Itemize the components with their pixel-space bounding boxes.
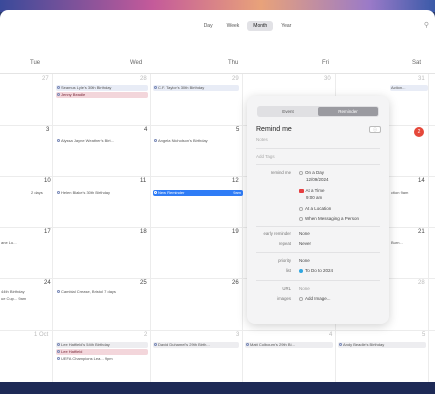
calendar-event[interactable]: 2 days [30,190,50,196]
list-label: list [285,268,291,273]
day-number[interactable]: 3 [236,332,239,338]
checkbox-icon [299,216,303,221]
calendar-event[interactable]: Action... [390,85,428,91]
view-month-button[interactable]: Month [247,21,274,31]
weekday-sat: Sat [412,60,422,66]
day-number[interactable]: 21 [418,229,425,235]
calendar-event[interactable]: Burn... [390,240,428,246]
add-icon [299,296,303,301]
view-switcher: Day Week Month Year [198,21,298,31]
weekday-fri: Fri [322,60,329,66]
day-number[interactable]: 3 [46,127,49,133]
day-number[interactable]: 4 [144,127,147,133]
calendar-event[interactable]: Lee Hatfield's 54th Birthday [56,342,148,348]
day-number[interactable]: 4 [329,332,332,338]
search-icon[interactable]: ⚲ [424,21,429,29]
list-color-icon [299,268,303,273]
day-number[interactable]: 27 [42,76,49,82]
calendar-event[interactable]: Matt Colbourn's 29th Bi... [245,342,333,348]
tags-field[interactable]: Add Tags [256,154,275,159]
weekday-header: Tue Wed Thu Fri Sat [0,56,435,74]
repeat-label: repeat [278,241,291,246]
url-label: URL [282,286,291,291]
calendar-event[interactable]: Lee Hatfield [56,349,148,355]
day-number[interactable]: 25 [140,280,147,286]
view-week-button[interactable]: Week [221,21,246,31]
early-reminder-select[interactable]: None [299,231,310,236]
day-number[interactable]: 10 [44,178,51,184]
day-number[interactable]: 28 [140,76,147,82]
calendar-event[interactable]: Andy Beadle's Birthday [338,342,426,348]
list-select[interactable]: To Do to 2024 [299,268,333,273]
images-label: images [277,296,291,301]
checkbox-icon [299,206,303,211]
day-number[interactable]: 1 Oct [34,332,48,338]
calendar-event[interactable]: Alyssa Jayne Weather's Birt... [56,138,148,144]
notes-field[interactable]: Notes [256,137,268,142]
weekday-thu: Thu [228,60,239,66]
day-number[interactable]: 28 [418,280,425,286]
tab-event[interactable]: Event [258,107,318,116]
reminder-time[interactable]: 9:00 am [306,195,322,200]
calendar-event[interactable]: David Duhamel's 29th Birth... [153,342,239,348]
info-icon[interactable]: ⓘ [369,126,381,133]
url-field[interactable]: None [299,286,310,291]
calendar-event[interactable]: UEFA Champions Lea... 9pm [56,356,148,362]
toolbar: Day Week Month Year ⚲ [0,10,435,42]
desktop-bottom [0,382,435,394]
view-day-button[interactable]: Day [198,21,219,31]
day-number[interactable]: 29 [232,76,239,82]
day-number[interactable]: 30 [324,76,331,82]
priority-label: priority [278,258,291,263]
when-messaging-option[interactable]: When Messaging a Person [299,216,359,221]
calendar-event[interactable]: Helen Blake's 30th Birthday [56,190,148,196]
calendar-event[interactable]: Cambial Crease, Bristol 7 days [56,289,148,295]
calendar-event[interactable]: ane Lu... [0,240,50,246]
remind-me-label: remind me [270,170,291,175]
day-number[interactable]: 18 [140,229,147,235]
early-reminder-label: early reminder [263,231,291,236]
on-a-day-option[interactable]: On a Day [299,170,324,175]
checkbox-checked-icon [299,188,304,194]
notification-badge: 2 [414,127,424,137]
day-number[interactable]: 17 [44,229,51,235]
day-number[interactable]: 5 [422,332,425,338]
calendar-event[interactable]: Seamus Lyle's 30th Birthday [56,85,148,91]
day-number[interactable]: 14 [418,178,425,184]
day-number[interactable]: 12 [232,178,239,184]
tab-reminder[interactable]: Reminder [318,107,378,116]
checkbox-icon [299,170,303,175]
calendar-event[interactable]: ction 9am [390,190,428,196]
new-reminder-event[interactable]: New Reminder 9am [153,190,243,196]
day-number[interactable]: 26 [232,280,239,286]
at-a-location-option[interactable]: At a Location [299,206,331,211]
at-a-time-option[interactable]: At a Time [299,188,325,194]
calendar-event[interactable]: Jenny Beadle [56,92,148,98]
calendar-event[interactable]: 44th Birthday [0,289,50,295]
repeat-select[interactable]: Never [299,241,311,246]
event-reminder-switch: Event Reminder [257,106,379,117]
reminder-title-field[interactable]: Remind me [256,126,292,133]
weekday-wed: Wed [130,60,143,66]
priority-select[interactable]: None [299,258,310,263]
view-year-button[interactable]: Year [275,21,297,31]
day-number[interactable]: 31 [418,76,425,82]
weekday-tue: Tue [30,60,41,66]
calendar-event[interactable]: C.F. Taylor's 30th Birthday [153,85,239,91]
day-number[interactable]: 11 [140,178,146,184]
add-image-button[interactable]: Add Image... [299,296,331,301]
reminder-popover: Event Reminder Remind me ⓘ Notes Add Tag… [247,96,389,324]
calendar-event[interactable]: Angela Nicholson's Birthday [153,138,239,144]
calendar-event[interactable]: ue Cup... 9am [0,296,50,302]
calendar-window: Day Week Month Year ⚲ Tue Wed Thu Fri Sa… [0,10,435,382]
reminder-date[interactable]: 12/09/2024 [306,177,329,182]
day-number[interactable]: 5 [236,127,239,133]
day-number[interactable]: 19 [232,229,239,235]
day-number[interactable]: 2 [144,332,147,338]
day-number[interactable]: 24 [44,280,51,286]
